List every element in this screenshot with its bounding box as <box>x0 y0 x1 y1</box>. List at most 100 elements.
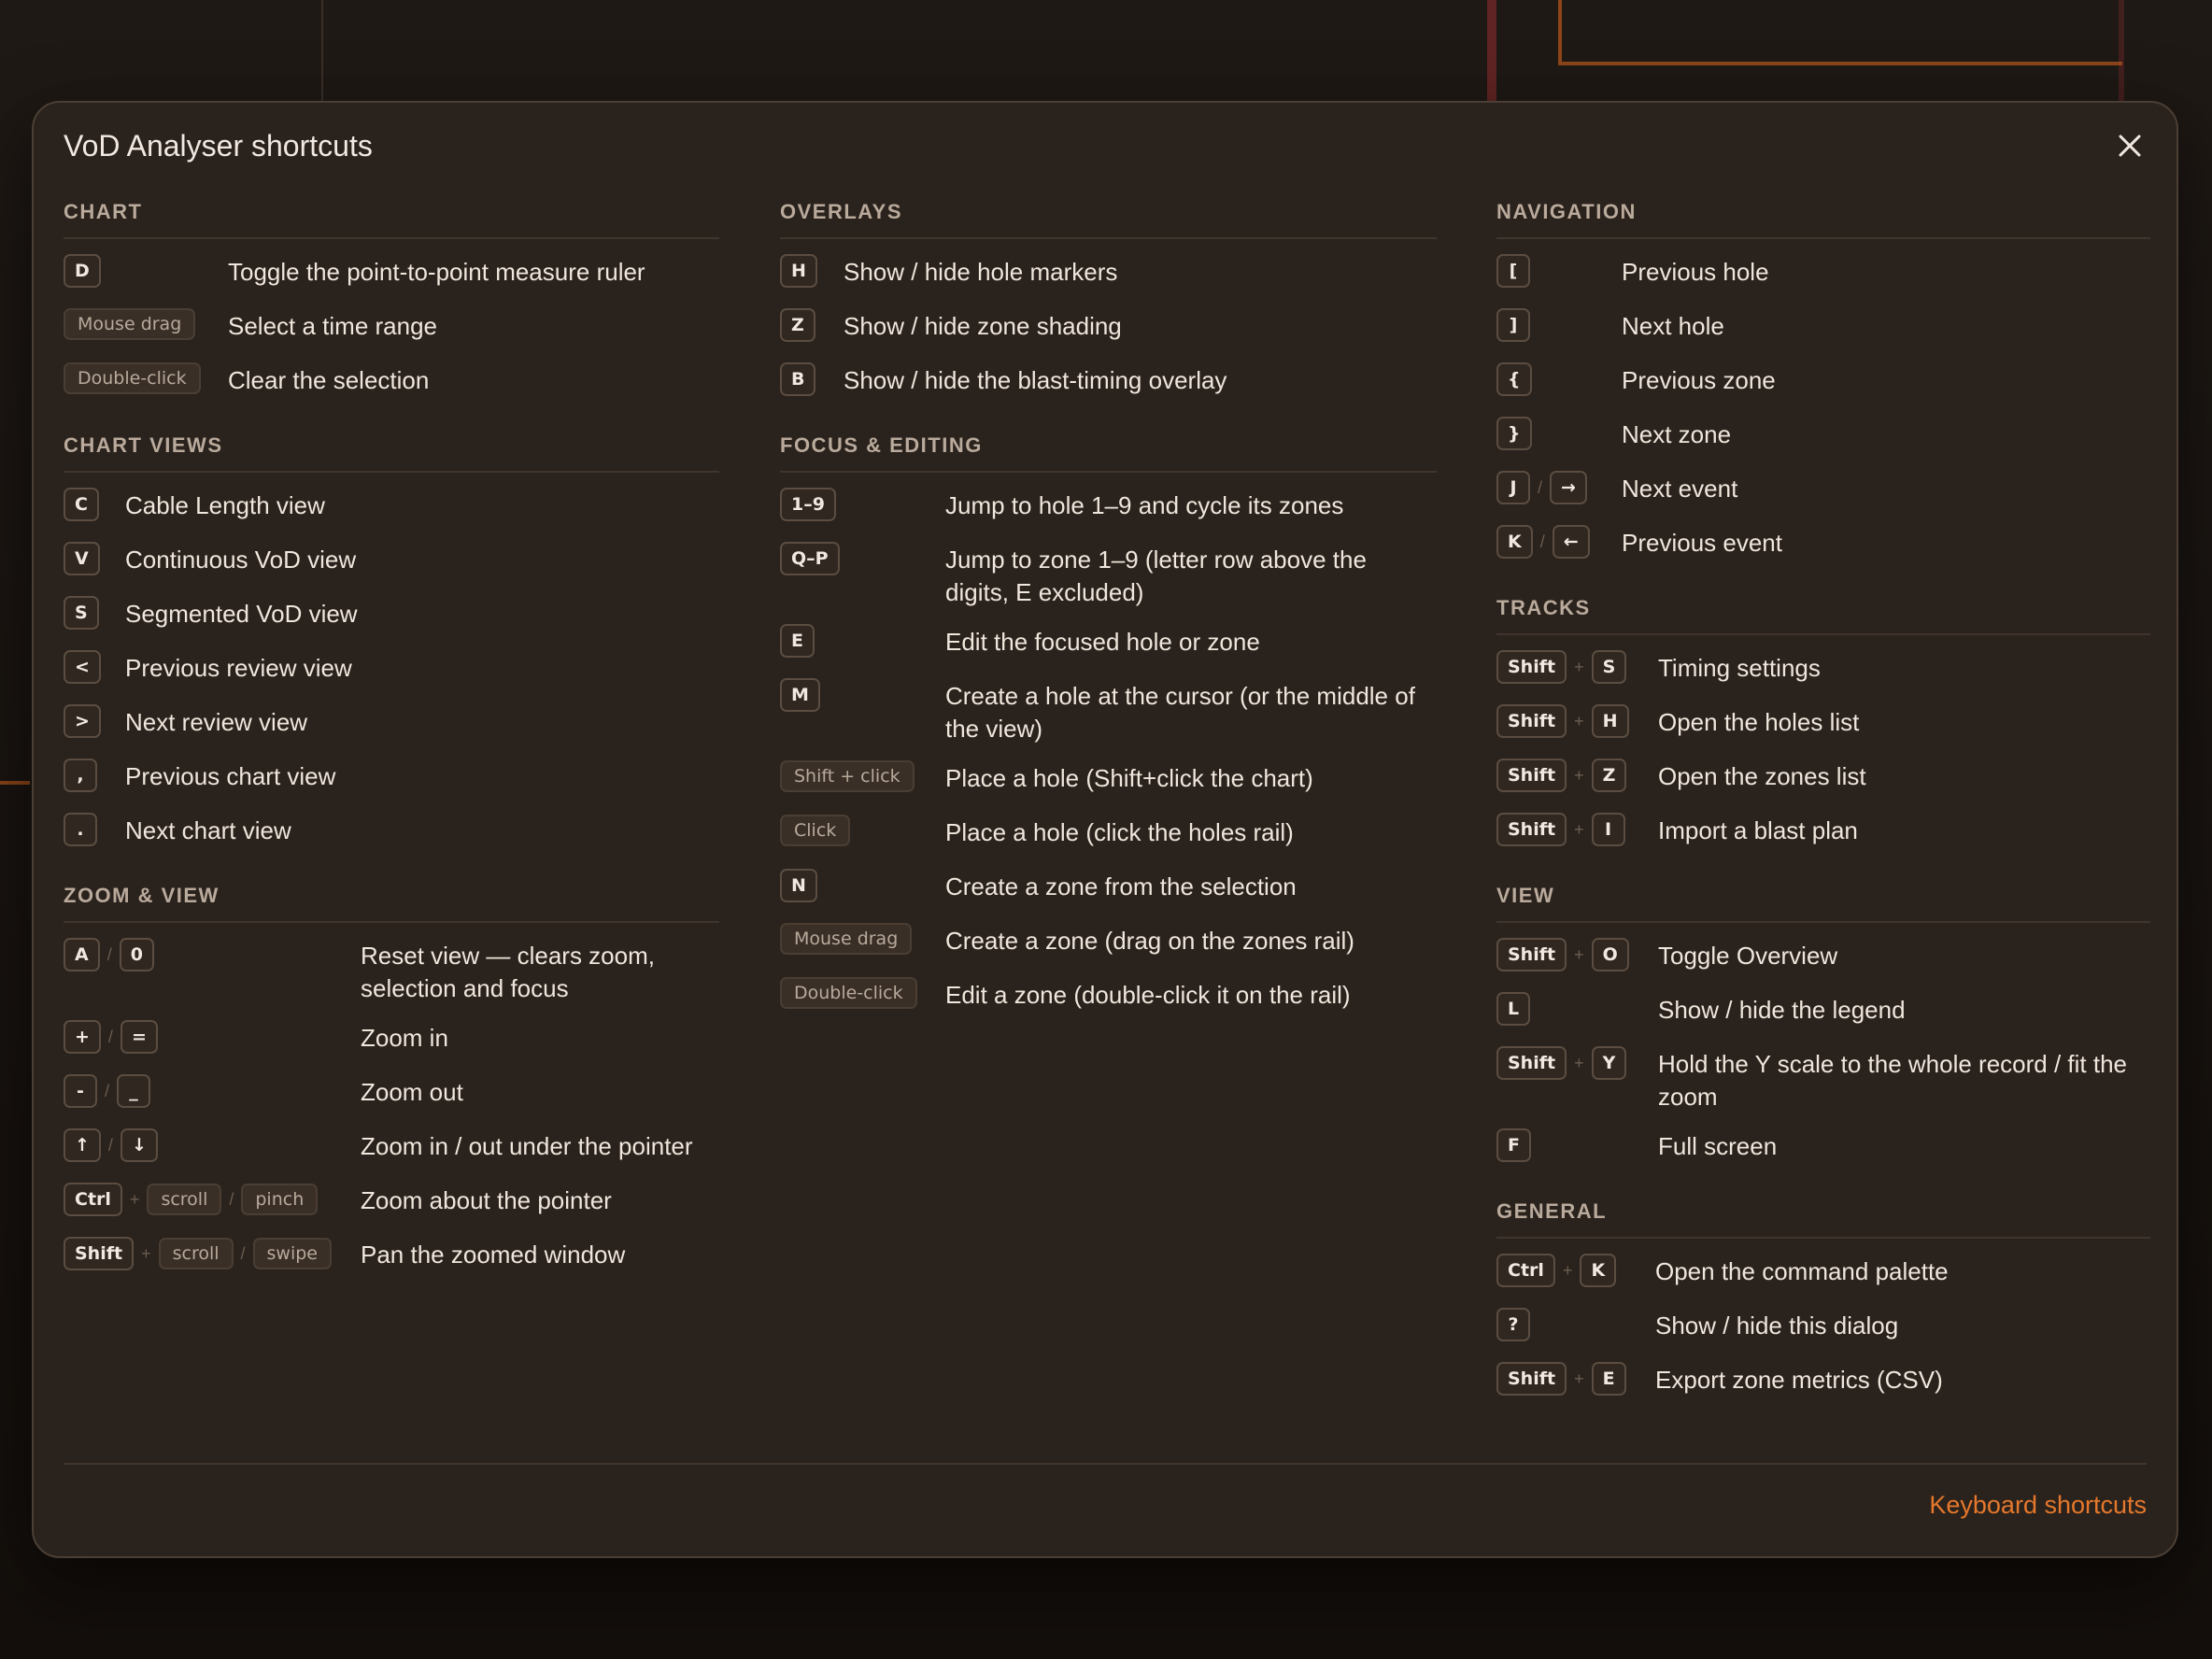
section-chart: CHART D Toggle the point-to-point measure … <box>64 200 719 402</box>
shortcut-row: ↑ / ↓ Zoom in / out under the pointer <box>64 1128 719 1168</box>
shortcut-keys: Ctrl + K <box>1496 1254 1655 1287</box>
gesture-badge: Click <box>780 815 851 846</box>
shortcut-keys: Shift + I <box>1496 813 1658 846</box>
shortcut-row: N Create a zone from the selection <box>780 869 1437 908</box>
shortcut-row: - / _ Zoom out <box>64 1074 719 1113</box>
shortcut-column: NAVIGATION [Previous hole] Next hole {Previ… <box>1496 200 2150 1433</box>
shortcut-keys: Shift + click <box>780 760 945 792</box>
key-plus-separator: + <box>1562 1260 1573 1280</box>
close-icon[interactable] <box>2111 127 2148 164</box>
key-plus-separator: + <box>129 1189 140 1209</box>
shortcut-description: Toggle the point-to-point measure ruler <box>228 258 645 286</box>
shortcut-description: Zoom about the pointer <box>361 1186 612 1214</box>
shortcut-row: Shift + click Place a hole (Shift+click t… <box>780 760 1437 800</box>
key-cap: N <box>780 869 817 902</box>
key-cap: Shift <box>1496 1362 1567 1396</box>
background-grid-line <box>321 0 323 103</box>
key-plus-separator: + <box>1574 944 1584 964</box>
shortcut-row: Shift + H Open the holes list <box>1496 704 2150 744</box>
key-cap: S <box>1591 650 1627 684</box>
shortcut-row: Shift + E Export zone metrics (CSV) <box>1496 1362 2150 1401</box>
key-cap: ← <box>1552 525 1590 559</box>
shortcut-row: K / ← Previous event <box>1496 525 2150 564</box>
key-cap: S <box>64 596 99 630</box>
shortcut-row: V Continuous VoD view <box>64 542 719 581</box>
key-or-separator: / <box>229 1189 234 1209</box>
key-cap: + <box>64 1020 101 1054</box>
shortcut-keys: A / 0 <box>64 938 361 971</box>
shortcut-description: Open the holes list <box>1658 708 1860 736</box>
shortcut-row: < Previous review view <box>64 650 719 689</box>
key-cap: Ctrl <box>1496 1254 1555 1287</box>
shortcut-keys: Shift + Z <box>1496 759 1658 792</box>
key-or-separator: / <box>107 1027 113 1046</box>
shortcut-description: Show / hide this dialog <box>1655 1312 1899 1340</box>
shortcut-keys: > <box>64 704 125 738</box>
shortcut-row: {Previous zone <box>1496 362 2150 402</box>
shortcut-description: Next review view <box>125 708 308 736</box>
key-cap: _ <box>117 1074 151 1108</box>
shortcut-row: . Next chart view <box>64 813 719 852</box>
key-cap: H <box>780 254 817 288</box>
shortcut-description: Previous review view <box>125 654 352 682</box>
key-cap: K <box>1580 1254 1617 1287</box>
shortcut-row: Mouse drag Create a zone (drag on the zon… <box>780 923 1437 962</box>
key-cap: A <box>64 938 100 971</box>
shortcut-keys: M <box>780 678 945 712</box>
dialog-footer: Keyboard shortcuts <box>64 1463 2147 1519</box>
key-cap: , <box>64 759 97 792</box>
key-cap: 1–9 <box>780 488 836 521</box>
section-tracks: TRACKS Shift + S Timing settings Shift + H Open … <box>1496 596 2150 852</box>
shortcut-description: Edit a zone (double-click it on the rail… <box>945 981 1351 1009</box>
shortcut-description: Previous hole <box>1622 258 1769 286</box>
shortcut-keys: Shift + H <box>1496 704 1658 738</box>
gesture-badge: Shift + click <box>780 760 915 792</box>
shortcut-keys: H <box>780 254 844 288</box>
shortcut-description: Place a hole (Shift+click the chart) <box>945 764 1313 792</box>
key-cap: Shift <box>1496 813 1567 846</box>
key-or-separator: / <box>105 1081 110 1100</box>
key-cap: . <box>64 813 97 846</box>
key-cap: F <box>1496 1128 1531 1162</box>
shortcut-keys: ? <box>1496 1308 1655 1341</box>
shortcut-keys: Shift + O <box>1496 938 1658 971</box>
key-cap: Shift <box>1496 938 1567 971</box>
shortcut-description: Import a blast plan <box>1658 816 1858 844</box>
shortcut-description: Export zone metrics (CSV) <box>1655 1366 1943 1394</box>
shortcut-description: Create a zone (drag on the zones rail) <box>945 927 1354 955</box>
section-title: CHART <box>64 200 719 239</box>
shortcut-row: > Next review view <box>64 704 719 744</box>
shortcut-row: ] Next hole <box>1496 308 2150 347</box>
gesture-badge: Double-click <box>64 362 201 394</box>
shortcut-keys: Click <box>780 815 945 846</box>
shortcut-keys: Mouse drag <box>64 308 228 340</box>
shortcut-row: Q–P Jump to zone 1–9 (letter row above th… <box>780 542 1437 609</box>
key-cap: Q–P <box>780 542 840 575</box>
shortcut-description: Next zone <box>1622 420 1732 448</box>
shortcut-description: Pan the zoomed window <box>361 1241 626 1269</box>
shortcut-keys: [ <box>1496 254 1622 288</box>
key-cap: - <box>64 1074 97 1108</box>
section-zoom-view: ZOOM & VIEW A / 0 Reset view — clears zoom, … <box>64 884 719 1276</box>
gesture-badge: Mouse drag <box>780 923 913 955</box>
shortcut-row: + / = Zoom in <box>64 1020 719 1059</box>
shortcut-row: ? Show / hide this dialog <box>1496 1308 2150 1347</box>
shortcut-description: Jump to hole 1–9 and cycle its zones <box>945 491 1344 519</box>
shortcut-row: Shift + Z Open the zones list <box>1496 759 2150 798</box>
shortcut-keys: C <box>64 488 125 521</box>
key-or-separator: / <box>107 1135 113 1155</box>
shortcut-keys: } <box>1496 417 1622 450</box>
shortcut-row: 1–9 Jump to hole 1–9 and cycle its zones <box>780 488 1437 527</box>
shortcut-description: Previous event <box>1622 529 1782 557</box>
shortcut-keys: + / = <box>64 1020 361 1054</box>
keyboard-shortcuts-link[interactable]: Keyboard shortcuts <box>1929 1491 2147 1520</box>
dialog-title: VoD Analyser shortcuts <box>64 129 373 163</box>
shortcut-description: Jump to zone 1–9 (letter row above the d… <box>945 546 1367 606</box>
shortcut-row: Z Show / hide zone shading <box>780 308 1437 347</box>
shortcut-row: S Segmented VoD view <box>64 596 719 635</box>
shortcut-description: Cable Length view <box>125 491 325 519</box>
shortcut-description: Place a hole (click the holes rail) <box>945 818 1294 846</box>
shortcut-row: [Previous hole <box>1496 254 2150 293</box>
key-cap: C <box>64 488 99 521</box>
shortcut-description: Zoom in / out under the pointer <box>361 1132 693 1160</box>
